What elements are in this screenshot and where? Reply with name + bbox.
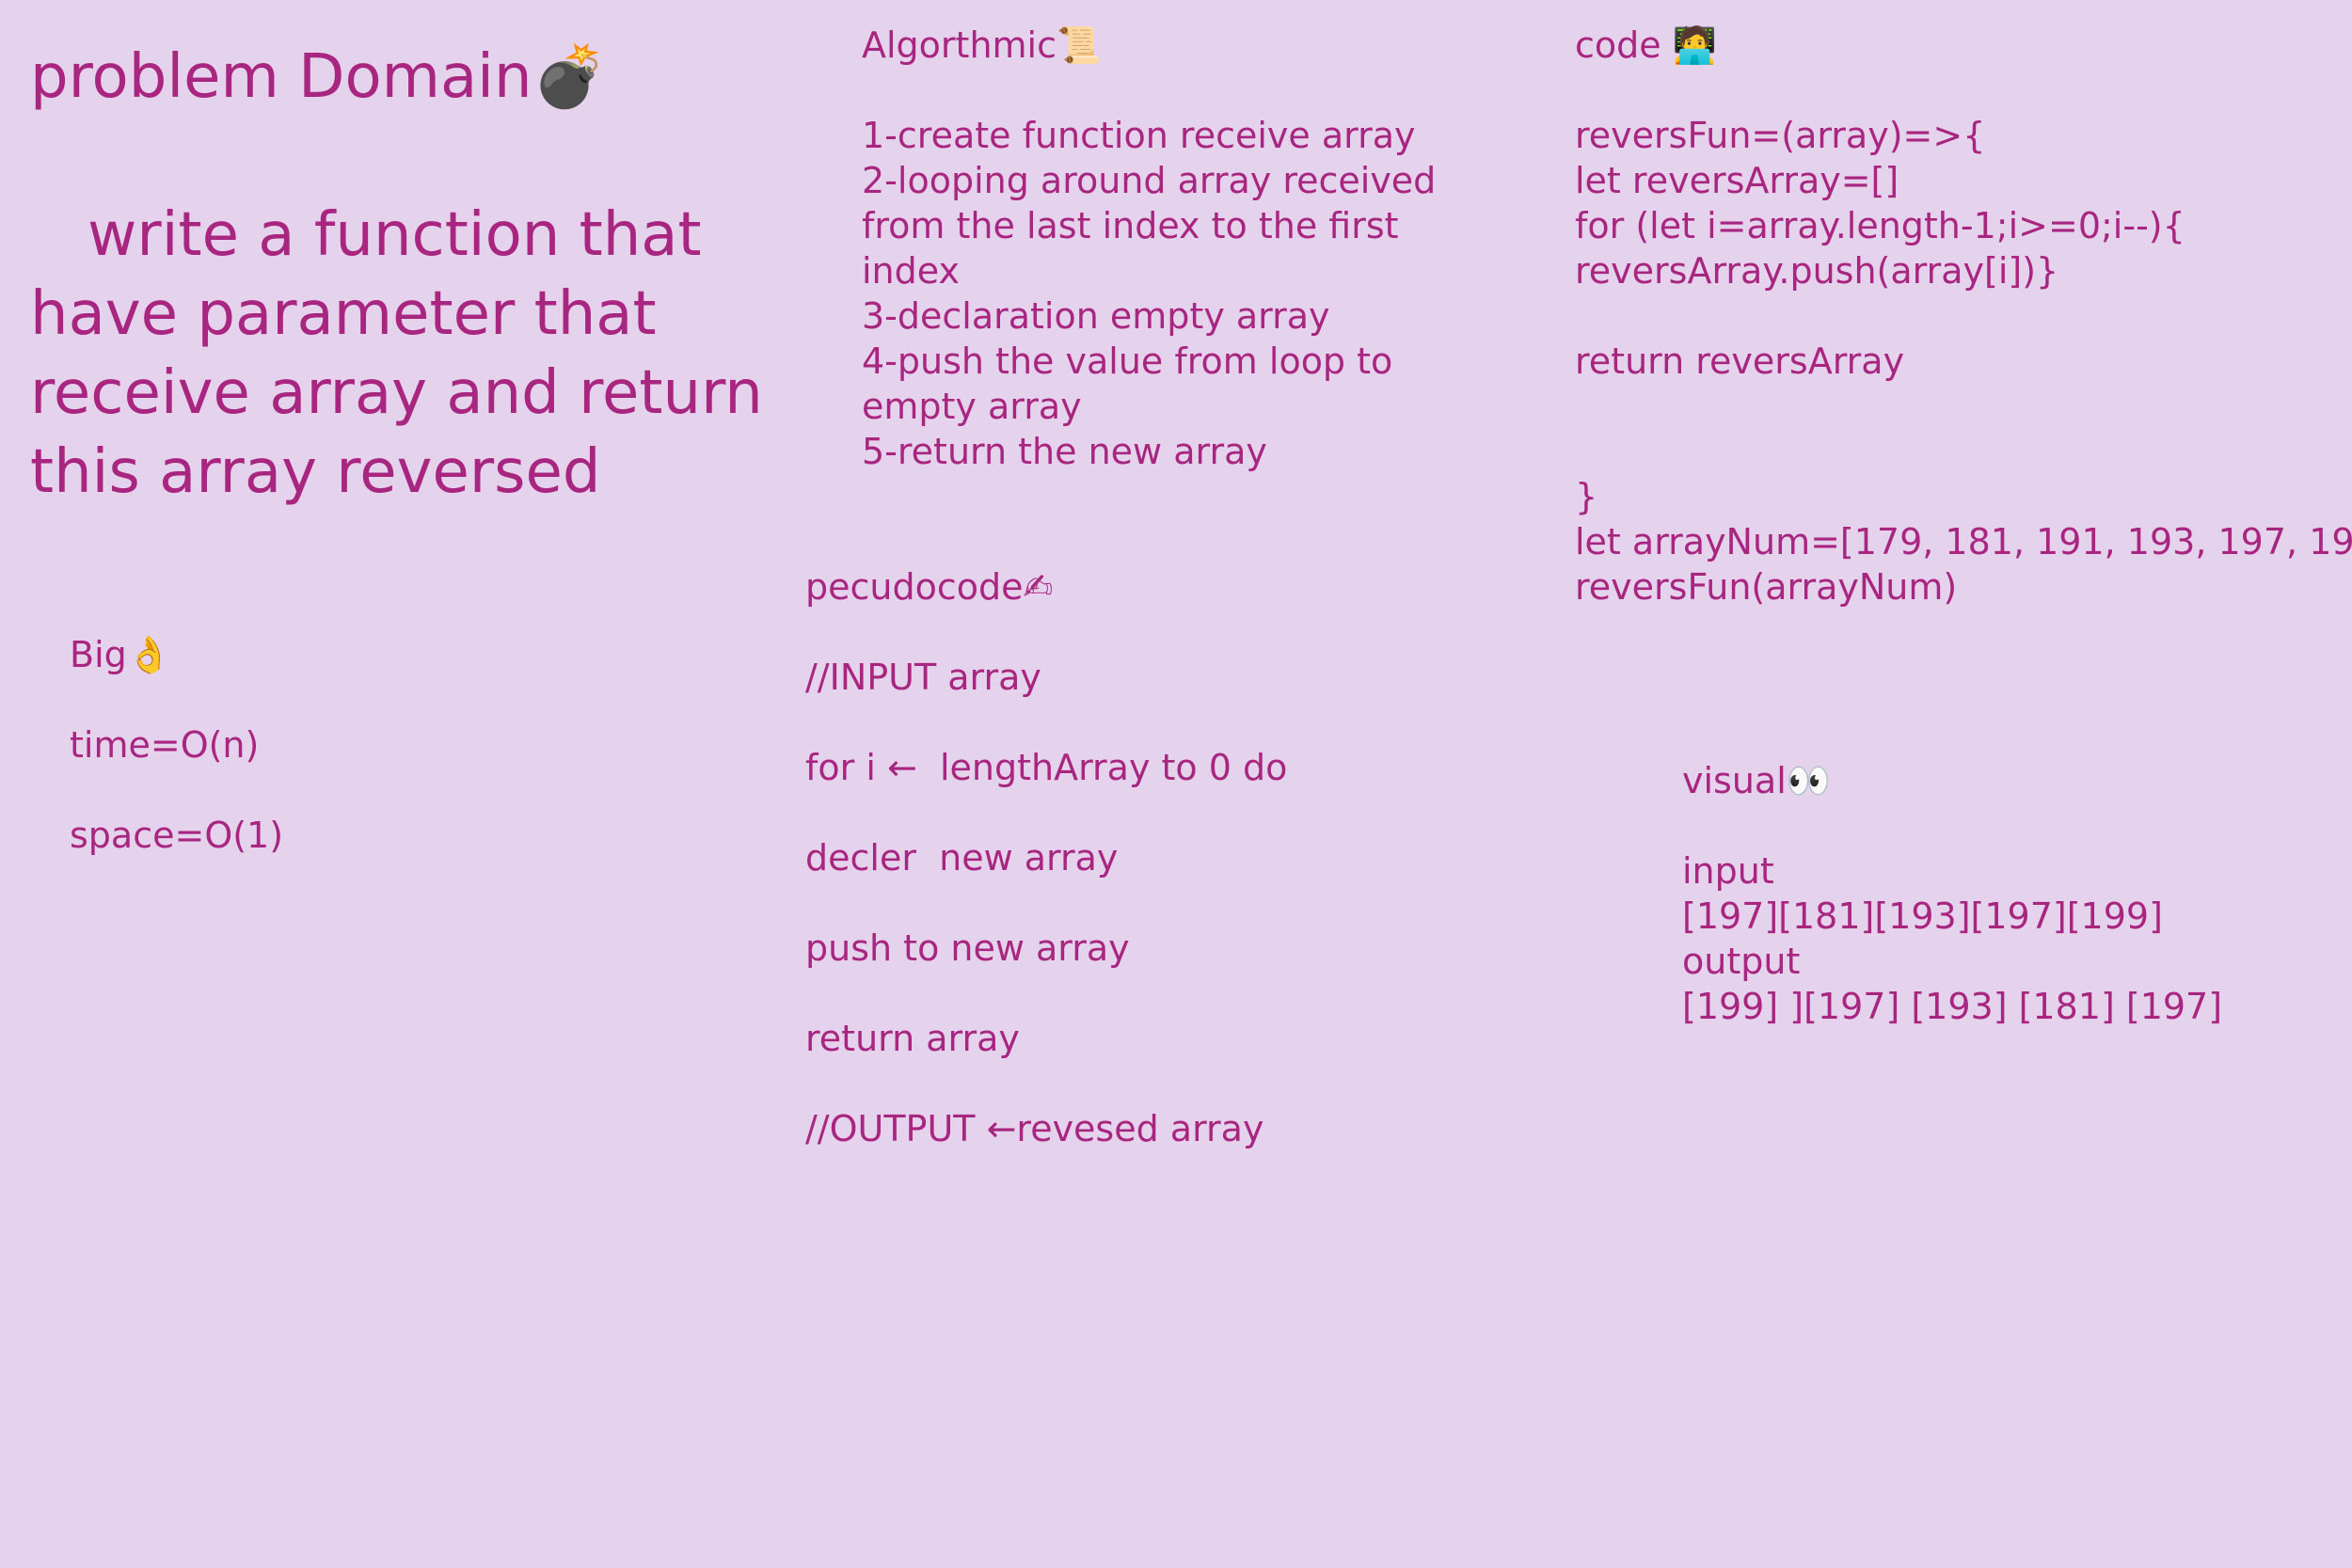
problem-description-line: have parameter that [30,279,657,349]
algorithm-step: from the last index to the first [862,205,1399,246]
pseudocode-line: //INPUT array [805,657,1041,698]
algorithm-steps: 1-create function receive array 2-loopin… [862,113,1436,474]
code-line: reversArray.push(array[i])} [1575,250,2059,292]
pseudocode-line: //OUTPUT ←revesed array [805,1108,1264,1149]
visual-title: visual [1682,760,1787,801]
visual-example: input [197][181][193][197][199] output [… [1682,848,2222,1029]
algorithm-step: 3-declaration empty array [862,295,1330,337]
visual-output-label: output [1682,941,1801,982]
algorithm-heading: Algorthmic📜 [862,23,1101,68]
visual-input-value: [197][181][193][197][199] [1682,895,2163,937]
big-o-section: Big👌 time=O(n) space=O(1) [70,632,283,903]
visual-output-value: [199] ][197] [193] [181] [197] [1682,986,2223,1027]
code-title: code [1575,24,1661,66]
technologist-icon: 🧑‍💻 [1672,24,1718,66]
big-o-heading: Big👌 [70,632,283,677]
pseudocode-lines: //INPUT array for i ← lengthArray to 0 d… [805,655,1287,1196]
code-heading: code 🧑‍💻 [1575,23,1717,68]
code-line: let reversArray=[] [1575,160,1899,201]
writing-hand-icon: ✍ [1023,566,1054,608]
pseudocode-line: push to new array [805,927,1130,969]
code-return-line: return reversArray [1575,341,1905,382]
ok-hand-icon: 👌 [126,634,172,675]
code-line: reversFun=(array)=>{ [1575,115,1986,156]
code-line: } [1575,476,1598,517]
problem-description: write a function that have parameter tha… [30,196,764,512]
pseudocode-heading: pecudocode✍ [805,564,1053,610]
visual-heading: visual👀 [1682,758,1831,803]
big-o-title: Big [70,634,127,675]
code-block: reversFun=(array)=>{ let reversArray=[] … [1575,113,2352,610]
problem-domain-heading: problem Domain💣 [30,40,607,115]
algorithm-step: 1-create function receive array [862,115,1416,156]
pseudocode-line: for i ← lengthArray to 0 do [805,747,1288,788]
visual-input-label: input [1682,850,1774,892]
algorithm-step: index [862,250,960,292]
code-line: let arrayNum=[179, 181, 191, 193, 197, 1… [1575,521,2352,562]
bomb-icon: 💣 [532,42,608,112]
eyes-icon: 👀 [1786,760,1832,801]
algorithm-step: 2-looping around array received [862,160,1437,201]
scroll-icon: 📜 [1057,24,1102,66]
problem-description-line: write a function that [30,200,702,270]
space-complexity: space=O(1) [70,815,284,856]
problem-domain-title: problem Domain [30,42,532,112]
pseudocode-title: pecudocode [805,566,1024,608]
algorithm-step: 4-push the value from loop to [862,341,1393,382]
algorithm-title: Algorthmic [862,24,1057,66]
code-line: for (let i=array.length-1;i>=0;i--){ [1575,205,2185,246]
pseudocode-line: return array [805,1018,1020,1059]
pseudocode-line: decler new array [805,837,1119,879]
problem-description-line: receive array and return [30,358,763,428]
algorithm-step: empty array [862,386,1082,427]
algorithm-step: 5-return the new array [862,431,1267,472]
problem-description-line: this array reversed [30,437,601,507]
time-complexity: time=O(n) [70,724,260,766]
code-line: reversFun(arrayNum) [1575,566,1958,608]
